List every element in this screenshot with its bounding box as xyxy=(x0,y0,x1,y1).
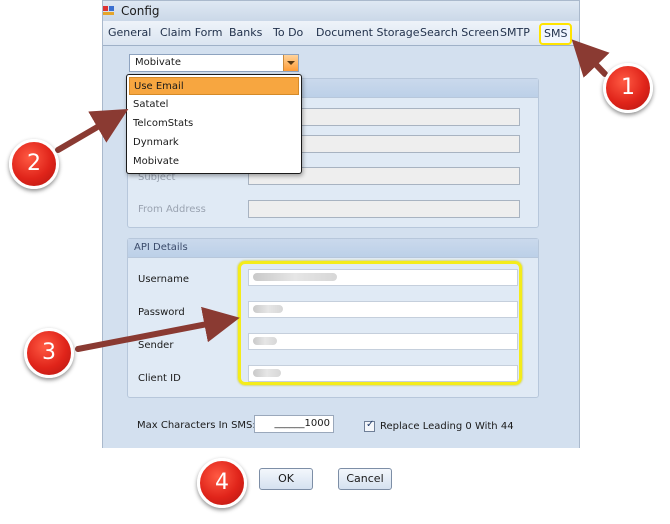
arrow-to-sms-tab xyxy=(571,39,610,78)
arrow-to-api-fields xyxy=(75,306,240,352)
callout-badge-2: 2 xyxy=(9,139,59,189)
arrow-to-dropdown xyxy=(55,108,129,153)
callout-arrows xyxy=(55,39,610,352)
callout-badge-4: 4 xyxy=(197,458,247,508)
callout-badge-3: 3 xyxy=(24,328,74,378)
callout-badge-1: 1 xyxy=(603,63,653,113)
